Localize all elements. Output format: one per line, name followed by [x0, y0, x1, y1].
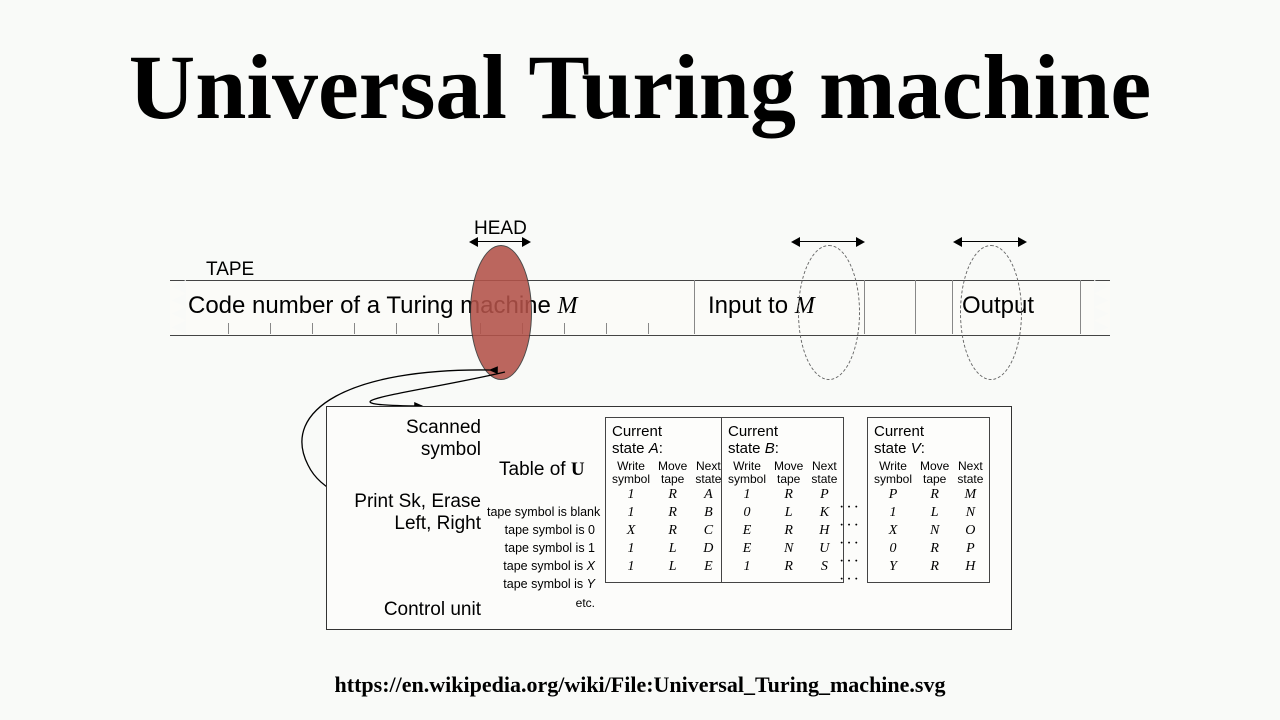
table-caption: Table of U	[499, 459, 585, 481]
state-table-b: Currentstate B: WritesymbolMovetapeNexts…	[721, 417, 844, 583]
ellipsis: ···············	[839, 499, 861, 589]
tape-divider	[694, 280, 695, 334]
tape-divider	[1080, 280, 1081, 334]
head-move-arrow-ghost	[795, 241, 861, 242]
tape-divider	[864, 280, 865, 334]
control-unit-box: Scannedsymbol Print Sk, EraseLeft, Right…	[326, 406, 1012, 630]
state-table-a: Currentstate A: WritesymbolMovetapeNexts…	[605, 417, 728, 583]
head-move-arrow	[473, 241, 527, 242]
head-icon	[470, 245, 532, 380]
ghost-head-icon	[960, 245, 1022, 380]
scanned-symbol-label: Scannedsymbol	[406, 417, 481, 461]
tape-divider	[952, 280, 953, 334]
page-title: Universal Turing machine	[0, 34, 1280, 140]
tape-label: TAPE	[206, 259, 254, 281]
control-unit-label: Control unit	[384, 599, 481, 621]
row-labels: tape symbol is blank tape symbol is 0 ta…	[487, 503, 595, 612]
head-move-arrow-ghost	[957, 241, 1023, 242]
ghost-head-icon	[798, 245, 860, 380]
print-erase-label: Print Sk, EraseLeft, Right	[354, 491, 481, 535]
source-url: https://en.wikipedia.org/wiki/File:Unive…	[0, 672, 1280, 698]
turing-diagram: Code number of a Turing machine M Input …	[170, 210, 1110, 640]
state-table-v: Currentstate V: WritesymbolMovetapeNexts…	[867, 417, 990, 583]
tape-divider	[915, 280, 916, 334]
head-label: HEAD	[474, 218, 527, 240]
